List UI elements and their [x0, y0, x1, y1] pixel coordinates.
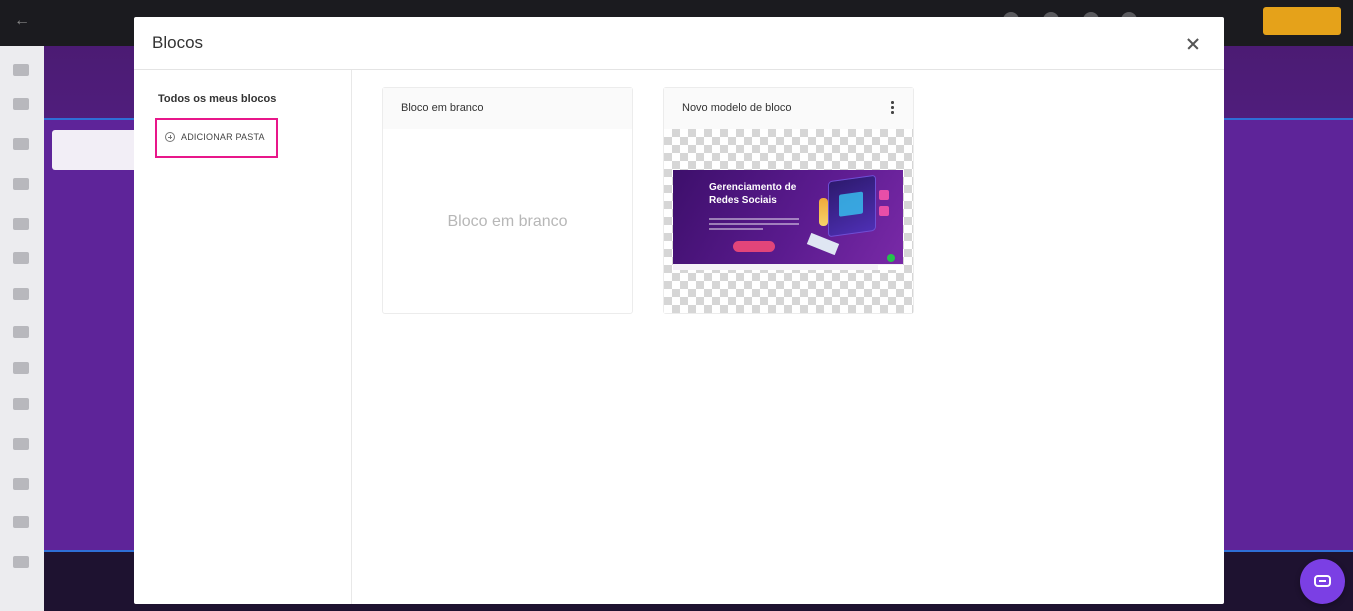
- sidebar-icon: [13, 556, 29, 568]
- preview-bottom-strip: [673, 264, 903, 270]
- add-folder-button[interactable]: ADICIONAR PASTA: [155, 118, 278, 158]
- sidebar-icon: [13, 438, 29, 450]
- sidebar-icon: [13, 398, 29, 410]
- sidebar-icon: [13, 516, 29, 528]
- back-arrow-icon: ←: [14, 12, 30, 29]
- sidebar-icon: [13, 252, 29, 264]
- block-preview-thumbnail: Gerenciamento de Redes Sociais: [673, 170, 903, 270]
- all-blocks-folder[interactable]: Todos os meus blocos: [158, 93, 276, 105]
- add-folder-label: ADICIONAR PASTA: [181, 132, 265, 142]
- preview-illustration: [819, 198, 828, 226]
- sidebar-icon: [13, 478, 29, 490]
- sidebar-icon: [13, 218, 29, 230]
- preview-illustration: [879, 190, 889, 200]
- sidebar-icon: [13, 138, 29, 150]
- preview-text-lines: [709, 218, 799, 233]
- chat-widget-button[interactable]: [1300, 559, 1345, 604]
- close-icon[interactable]: [1181, 32, 1205, 56]
- card-header: Novo modelo de bloco: [664, 88, 913, 129]
- preview-illustration: [879, 206, 889, 216]
- modal-header: Blocos: [134, 17, 1224, 70]
- block-card-template[interactable]: Novo modelo de bloco Gerenciamento de Re…: [663, 87, 914, 314]
- sidebar-icon: [13, 178, 29, 190]
- blocks-modal: Blocos Todos os meus blocos ADICIONAR PA…: [134, 17, 1224, 604]
- modal-title: Blocos: [152, 33, 204, 52]
- preview-heading: Gerenciamento de Redes Sociais: [709, 182, 797, 206]
- chat-icon: [1314, 575, 1331, 587]
- preview-cta-button: [733, 241, 775, 252]
- editor-sidebar: [0, 46, 44, 611]
- preview-badge: [878, 265, 903, 270]
- card-title: Bloco em branco: [401, 102, 484, 114]
- blank-placeholder-text: Bloco em branco: [447, 213, 568, 230]
- preview-monitor-illustration: [828, 174, 876, 238]
- card-header: Bloco em branco: [383, 88, 632, 129]
- plus-circle-icon: [165, 132, 175, 142]
- sidebar-icon: [13, 288, 29, 300]
- whatsapp-icon: [887, 254, 895, 262]
- kebab-menu-icon[interactable]: [887, 100, 897, 116]
- block-card-blank[interactable]: Bloco em branco Bloco em branco: [382, 87, 633, 314]
- canvas-card: [52, 130, 142, 170]
- sidebar-icon: [13, 64, 29, 76]
- sidebar-icon: [13, 98, 29, 110]
- sidebar-icon: [13, 326, 29, 338]
- sidebar-icon: [13, 362, 29, 374]
- folders-panel: Todos os meus blocos ADICIONAR PASTA: [134, 70, 352, 604]
- card-title: Novo modelo de bloco: [682, 102, 792, 114]
- publish-button: [1263, 7, 1341, 35]
